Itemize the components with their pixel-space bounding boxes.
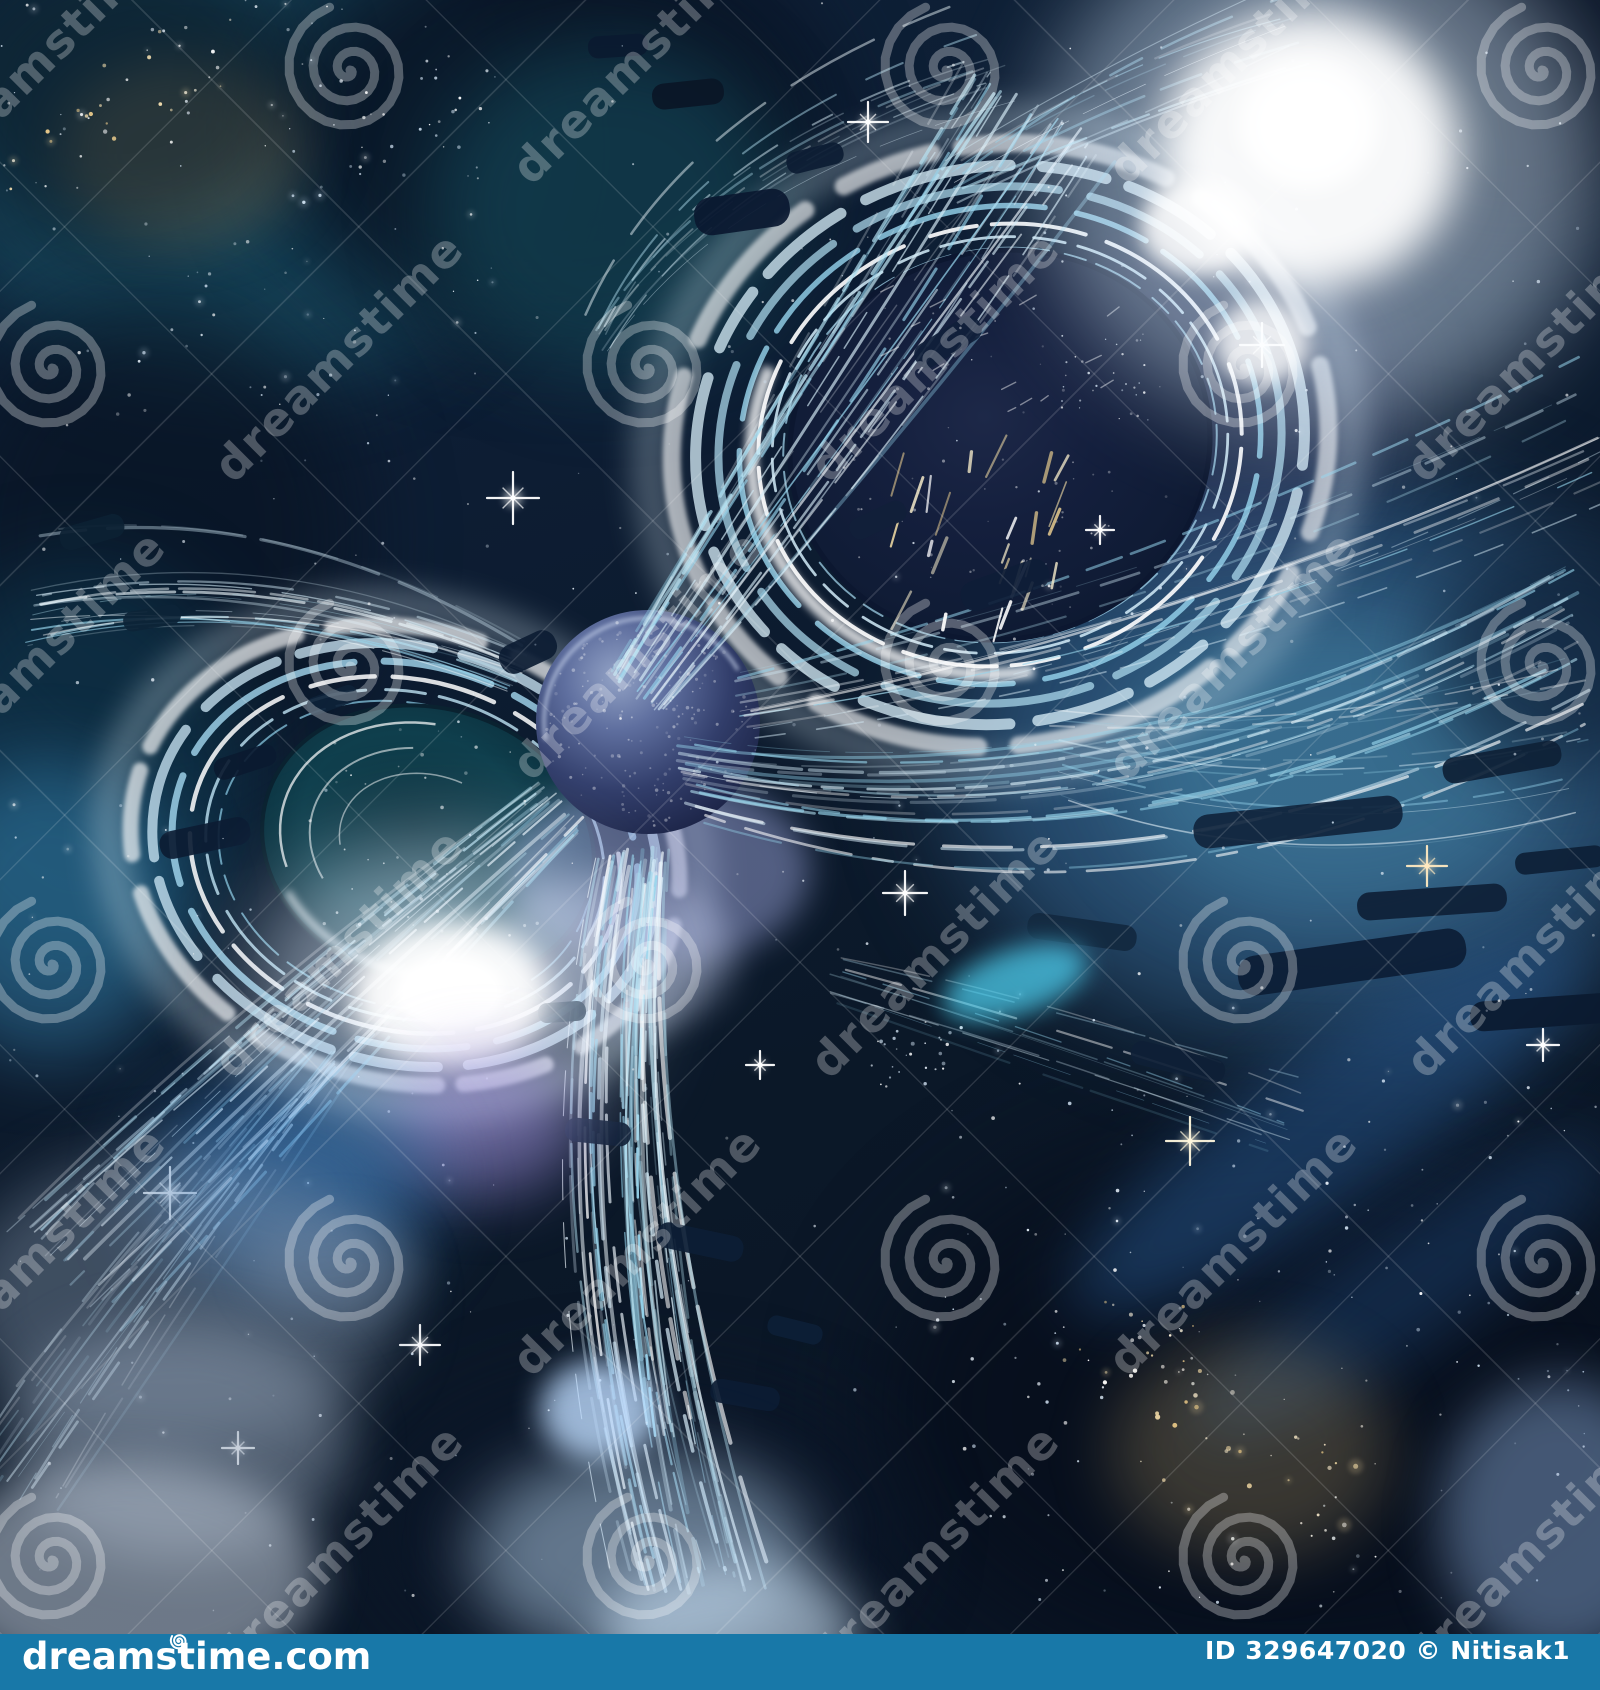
stock-photo-preview: dreamstime dreamstime dreamstime dreamstime… bbox=[0, 0, 1600, 1634]
svg-text:dreamstime: dreamstime bbox=[799, 221, 1071, 493]
cosmic-vortex-artwork bbox=[0, 0, 1600, 1612]
vortex-rings bbox=[95, 106, 1366, 1119]
svg-text:dreamstime: dreamstime bbox=[1097, 1115, 1369, 1387]
svg-text:dreamstime: dreamstime bbox=[1395, 1413, 1600, 1634]
dark-debris bbox=[59, 33, 1600, 1412]
svg-text:dreamstime: dreamstime bbox=[501, 0, 773, 194]
svg-text:dreamstime: dreamstime bbox=[1097, 519, 1369, 791]
svg-text:dreamstime: dreamstime bbox=[799, 1413, 1071, 1634]
watermark-overlay: dreamstimedreamstimedreamstimedreamstime… bbox=[0, 0, 1600, 1634]
image-id-credit: ID 329647020 © Nitisak1 bbox=[1204, 1636, 1570, 1665]
svg-text:dreamstime: dreamstime bbox=[501, 519, 773, 791]
spiral-logo-icon bbox=[169, 1634, 187, 1650]
svg-text:dreamstime: dreamstime bbox=[501, 1115, 773, 1387]
dreamstime-logo-text: dreamstime.com bbox=[22, 1635, 372, 1678]
svg-text:dreamstime: dreamstime bbox=[799, 817, 1071, 1089]
svg-text:dreamstime: dreamstime bbox=[203, 221, 475, 493]
svg-text:dreamstime: dreamstime bbox=[1395, 221, 1600, 493]
dreamstime-logo: dreamstime.com bbox=[22, 1634, 372, 1678]
watermark-grid-lines bbox=[0, 0, 1600, 1634]
svg-text:dreamstime: dreamstime bbox=[203, 1413, 475, 1634]
svg-text:dreamstime: dreamstime bbox=[1395, 817, 1600, 1089]
sparkle-stars bbox=[142, 100, 1561, 1466]
star-dots bbox=[0, 0, 1597, 1612]
svg-text:dreamstime: dreamstime bbox=[1097, 0, 1369, 194]
svg-text:dreamstime: dreamstime bbox=[0, 0, 176, 194]
watermark-bar: dreamstime.com ID 329647020 © Nitisak1 bbox=[0, 1634, 1600, 1690]
ice-streaks bbox=[0, 0, 1600, 1596]
svg-text:dreamstime: dreamstime bbox=[203, 817, 475, 1089]
svg-text:dreamstime: dreamstime bbox=[0, 519, 176, 791]
svg-text:dreamstime: dreamstime bbox=[0, 1115, 176, 1387]
